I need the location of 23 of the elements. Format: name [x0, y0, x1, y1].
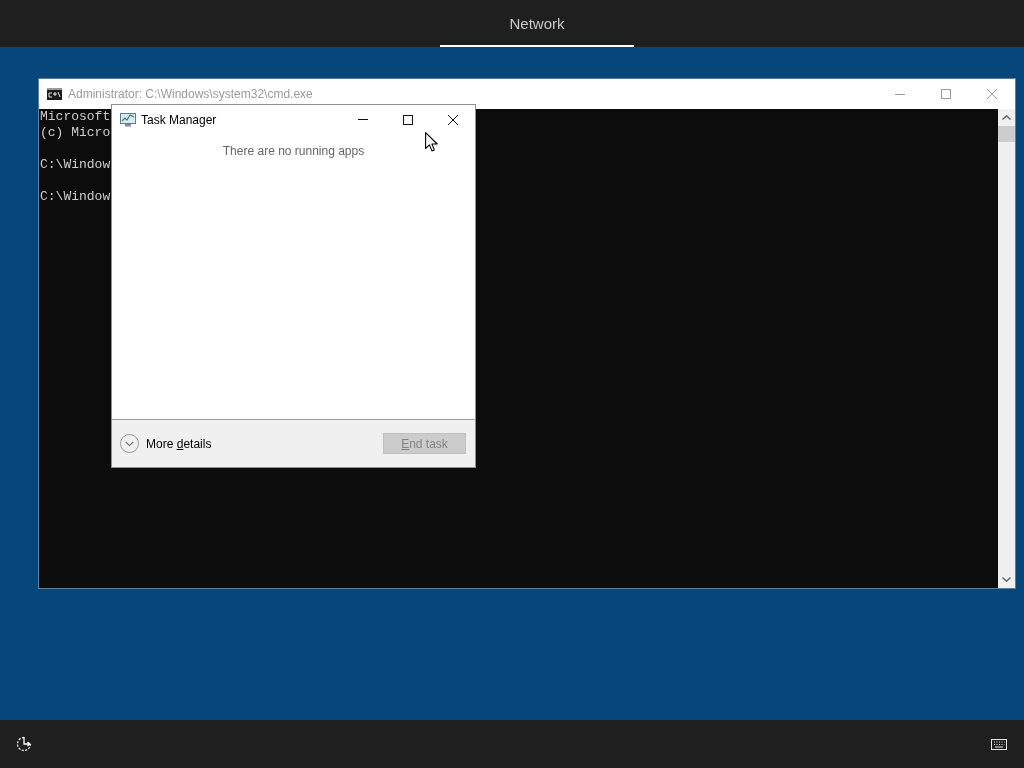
keyboard-icon[interactable] — [991, 738, 1007, 750]
maximize-icon — [402, 114, 413, 125]
minimize-icon — [357, 119, 368, 120]
mouse-pointer-icon — [425, 132, 438, 152]
window-title: Task Manager — [141, 112, 217, 127]
console-line: C:\Window — [40, 157, 111, 173]
chevron-down-circle-icon — [120, 434, 139, 453]
circle-arrow-icon[interactable] — [16, 736, 32, 752]
minimize-icon — [895, 93, 905, 95]
console-line: C:\Window — [40, 189, 111, 205]
chevron-up-icon — [1002, 115, 1011, 120]
close-icon — [447, 114, 458, 125]
maximize-icon — [941, 89, 951, 99]
more-details-button[interactable]: More details — [120, 434, 212, 453]
close-icon — [987, 89, 997, 99]
console-line: Microsoft — [40, 109, 111, 125]
empty-message: There are no running apps — [222, 144, 365, 158]
window-title: Administrator: C:\Windows\system32\cmd.exe — [68, 87, 313, 101]
scrollbar-thumb[interactable] — [998, 126, 1015, 142]
terminal-icon — [47, 88, 62, 100]
chart-monitor-icon — [120, 112, 136, 127]
chevron-down-icon — [1002, 577, 1011, 582]
console-line: (c) Micro — [40, 125, 111, 141]
